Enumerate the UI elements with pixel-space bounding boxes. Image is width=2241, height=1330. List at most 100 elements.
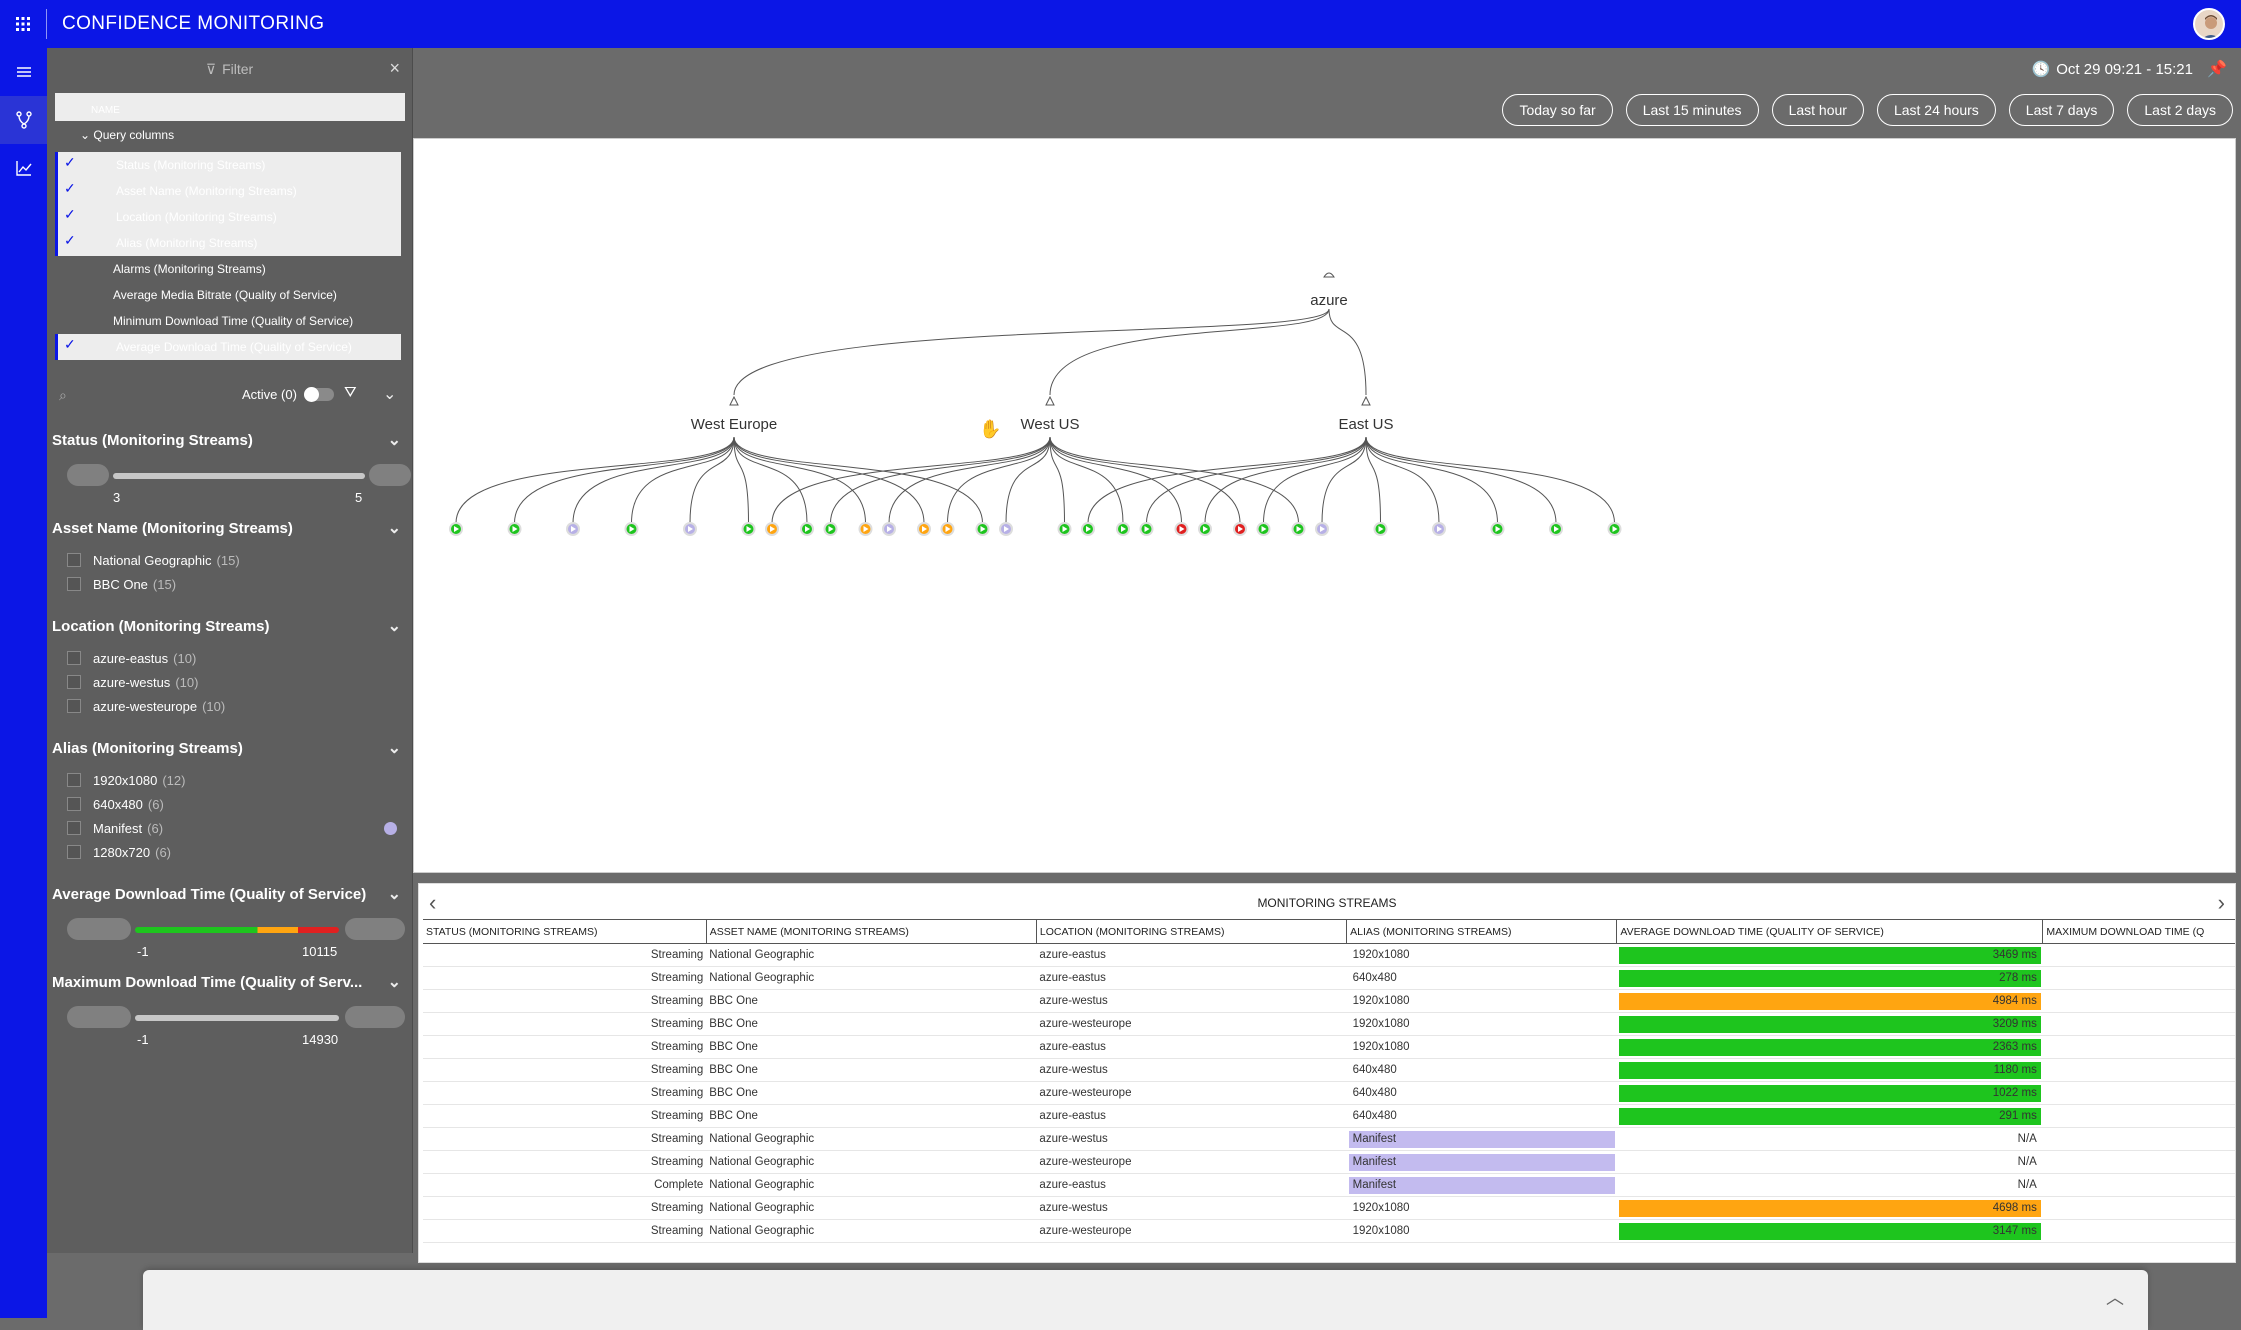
name-column-header[interactable]: NAME <box>55 93 405 121</box>
filter-option[interactable]: National Geographic (15) <box>47 548 413 572</box>
checkbox[interactable] <box>67 651 81 665</box>
column-header[interactable]: MAXIMUM DOWNLOAD TIME (Q <box>2042 919 2235 944</box>
query-column-label: Minimum Download Time (Quality of Servic… <box>113 314 354 328</box>
search-icon[interactable]: ⌕ <box>59 387 67 404</box>
slider-track[interactable] <box>135 927 339 933</box>
checkbox[interactable] <box>67 845 81 859</box>
checkbox[interactable] <box>67 797 81 811</box>
time-range-button[interactable]: Last 7 days <box>2008 94 2115 126</box>
avg-download-slider[interactable]: -1 10115 <box>47 914 413 962</box>
time-range-button[interactable]: Today so far <box>1502 94 1613 126</box>
topology-graph[interactable]: azure West Europe West US East US ✋ <box>413 138 2236 873</box>
status-range-slider[interactable]: 3 5 <box>47 460 413 508</box>
table-row[interactable]: Streaming National Geographic azure-westeu… <box>423 1150 2235 1174</box>
min-input[interactable] <box>67 1006 131 1028</box>
query-column-item[interactable]: ✓ Status (Monitoring Streams) <box>55 152 401 178</box>
table-row[interactable]: Streaming National Geographic azure-eastus… <box>423 966 2235 990</box>
chevron-down-icon[interactable]: ⌄ <box>388 972 401 992</box>
pin-icon[interactable]: 📌 <box>2207 59 2227 79</box>
alias-value: 640x480 <box>1352 1109 1397 1122</box>
table-row[interactable]: Streaming BBC One azure-westeurope 640x480 1… <box>423 1081 2235 1105</box>
checkbox[interactable] <box>67 821 81 835</box>
checkbox[interactable] <box>67 675 81 689</box>
max-download-slider[interactable]: -1 14930 <box>47 1002 413 1050</box>
chevron-right-icon[interactable]: › <box>2218 890 2225 916</box>
min-input[interactable] <box>67 918 131 940</box>
chevron-down-icon[interactable]: ⌄ <box>388 518 401 538</box>
time-range-button[interactable]: Last hour <box>1771 94 1864 126</box>
avg-download-cell: N/A <box>1616 1127 2043 1151</box>
checkbox[interactable] <box>67 577 81 591</box>
query-columns-group[interactable]: ⌄ Query columns <box>80 128 174 142</box>
table-row[interactable]: Streaming National Geographic azure-westus… <box>423 1196 2235 1220</box>
max-input[interactable] <box>369 464 411 486</box>
column-header[interactable]: AVERAGE DOWNLOAD TIME (QUALITY OF SERVIC… <box>1616 919 2044 944</box>
time-range-button[interactable]: Last 24 hours <box>1876 94 1996 126</box>
table-row[interactable]: Complete National Geographic azure-eastus M… <box>423 1173 2235 1197</box>
tree-view-icon[interactable] <box>0 96 47 144</box>
active-toggle[interactable] <box>304 387 334 402</box>
column-header[interactable]: ALIAS (MONITORING STREAMS) <box>1346 919 1618 944</box>
trend-chart-icon[interactable] <box>0 144 47 192</box>
filter-input[interactable]: Filter <box>222 61 253 77</box>
chevron-up-icon[interactable]: ︿ <box>2106 1284 2124 1310</box>
query-column-item[interactable]: Minimum Download Time (Quality of Servic… <box>55 308 401 334</box>
filter-option[interactable]: 1280x720 (6) <box>47 840 413 864</box>
filter-option[interactable]: azure-westeurope (10) <box>47 694 413 718</box>
bottom-drawer[interactable]: ︿ <box>143 1270 2148 1330</box>
column-header[interactable]: STATUS (MONITORING STREAMS) <box>423 919 707 944</box>
filter-option[interactable]: 1920x1080 (12) <box>47 768 413 792</box>
table-row[interactable]: Streaming BBC One azure-westus 1920x1080 498… <box>423 989 2235 1013</box>
table-row[interactable]: Streaming BBC One azure-eastus 1920x1080 236… <box>423 1035 2235 1059</box>
chevron-down-icon[interactable]: ⌄ <box>388 430 401 450</box>
query-column-item[interactable]: Average Media Bitrate (Quality of Servic… <box>55 282 401 308</box>
user-avatar[interactable] <box>2193 8 2225 40</box>
table-row[interactable]: Streaming National Geographic azure-eastus… <box>423 943 2235 967</box>
query-column-item[interactable]: ✓ Asset Name (Monitoring Streams) <box>55 178 401 204</box>
query-column-item[interactable]: Alarms (Monitoring Streams) <box>55 256 401 282</box>
tree-root-label[interactable]: azure <box>1310 292 1348 309</box>
region-icon <box>1361 395 1371 406</box>
table-row[interactable]: Streaming BBC One azure-westeurope 1920x108… <box>423 1012 2235 1036</box>
close-icon[interactable]: × <box>389 58 400 79</box>
checkbox[interactable] <box>67 553 81 567</box>
query-column-item[interactable]: ✓ Alias (Monitoring Streams) <box>55 230 401 256</box>
chevron-left-icon[interactable]: ‹ <box>429 890 436 916</box>
region-icon <box>1045 395 1055 406</box>
table-row[interactable]: Streaming National Geographic azure-westeu… <box>423 1219 2235 1243</box>
chevron-down-icon[interactable]: ⌄ <box>388 616 401 636</box>
tree-region-label[interactable]: West US <box>1021 416 1080 433</box>
chevron-down-icon[interactable]: ⌄ <box>383 384 396 404</box>
tree-region-label[interactable]: West Europe <box>691 416 777 433</box>
tree-region-label[interactable]: East US <box>1338 416 1393 433</box>
time-range[interactable]: 🕓 Oct 29 09:21 - 15:21 <box>2032 60 2193 78</box>
filter-option[interactable]: azure-eastus (10) <box>47 646 413 670</box>
slider-track[interactable] <box>113 473 365 479</box>
max-input[interactable] <box>345 1006 405 1028</box>
table-row[interactable]: Streaming BBC One azure-westus 640x480 1180 … <box>423 1058 2235 1082</box>
time-range-button[interactable]: Last 15 minutes <box>1625 94 1759 126</box>
clear-filter-icon[interactable]: ⛛ <box>344 384 357 401</box>
min-input[interactable] <box>67 464 109 486</box>
filter-option[interactable]: azure-westus (10) <box>47 670 413 694</box>
menu-icon[interactable] <box>0 48 47 96</box>
query-column-item[interactable]: ✓ Average Download Time (Quality of Servi… <box>55 334 401 360</box>
filter-option[interactable]: BBC One (15) <box>47 572 413 596</box>
chevron-down-icon[interactable]: ⌄ <box>388 884 401 904</box>
time-range-button[interactable]: Last 2 days <box>2127 94 2233 126</box>
checkmark-icon: ✓ <box>64 154 76 170</box>
location-cell: azure-westeurope <box>1036 1219 1347 1243</box>
filter-option[interactable]: 640x480 (6) <box>47 792 413 816</box>
table-row[interactable]: Streaming National Geographic azure-westus… <box>423 1127 2235 1151</box>
max-input[interactable] <box>345 918 405 940</box>
app-launcher-icon[interactable] <box>0 0 46 48</box>
chevron-down-icon[interactable]: ⌄ <box>388 738 401 758</box>
column-header[interactable]: LOCATION (MONITORING STREAMS) <box>1036 919 1348 944</box>
checkbox[interactable] <box>67 773 81 787</box>
filter-option[interactable]: Manifest (6) <box>47 816 413 840</box>
query-column-item[interactable]: ✓ Location (Monitoring Streams) <box>55 204 401 230</box>
checkbox[interactable] <box>67 699 81 713</box>
slider-track[interactable] <box>135 1015 339 1021</box>
column-header[interactable]: ASSET NAME (MONITORING STREAMS) <box>706 919 1037 944</box>
table-row[interactable]: Streaming BBC One azure-eastus 640x480 291 m… <box>423 1104 2235 1128</box>
